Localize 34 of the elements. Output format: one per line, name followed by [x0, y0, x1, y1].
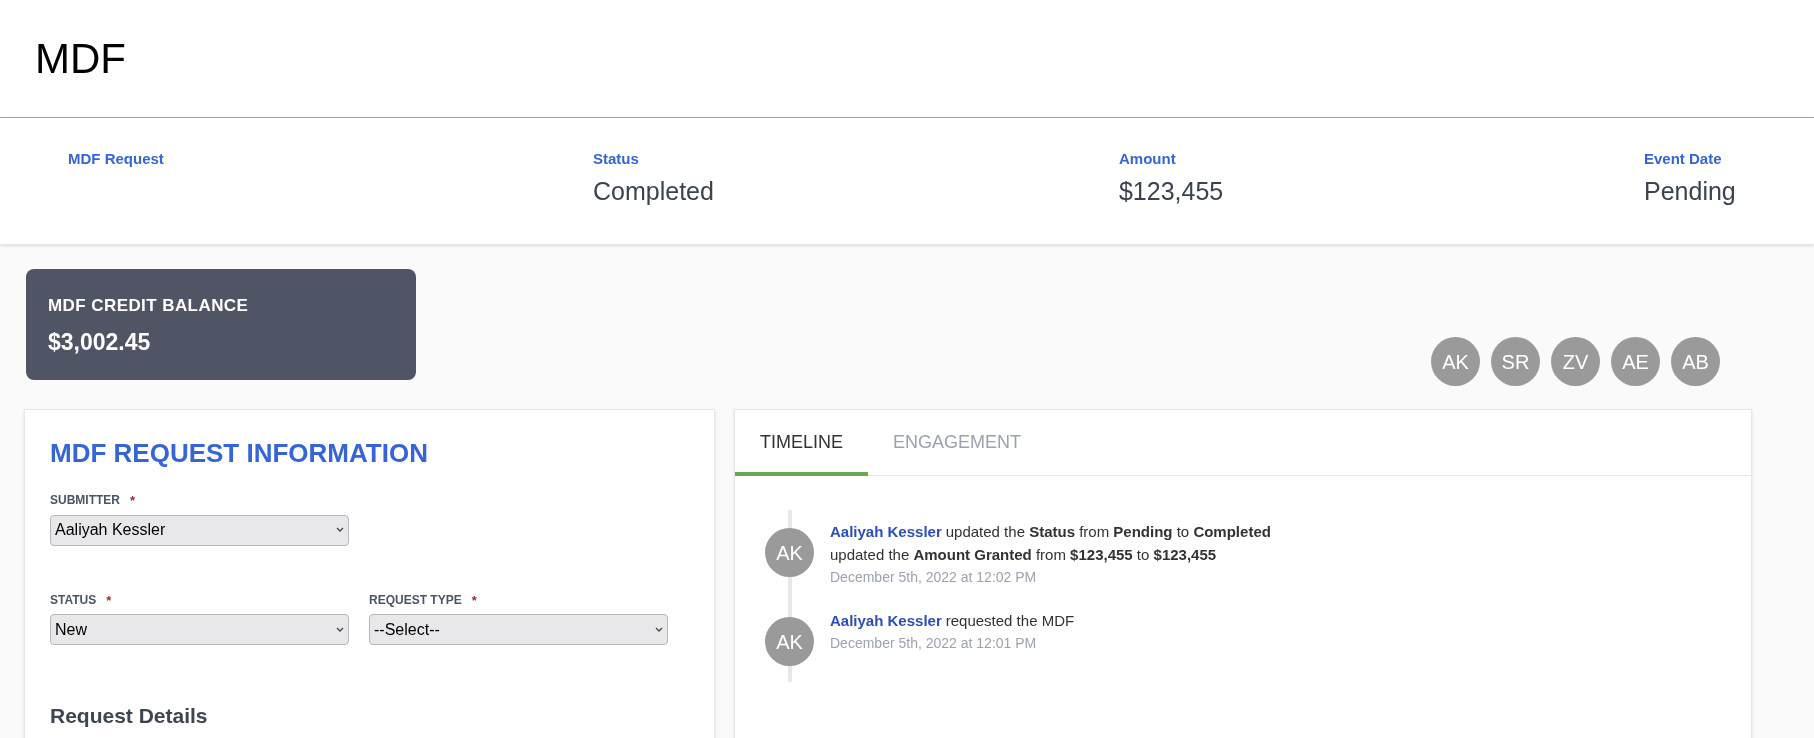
credit-balance-amount: $3,002.45 — [48, 327, 152, 357]
chevron-down-icon — [336, 626, 344, 633]
activity-text: updated the Status from Pending to Completed — [945, 522, 1271, 542]
required-mark: * — [471, 591, 477, 610]
summary-value: $123,455 — [1118, 175, 1225, 207]
field-label: SUBMITTER — [50, 492, 120, 509]
timestamp: December 5th, 2022 at 12:02 PM — [830, 568, 1038, 587]
required-mark: * — [106, 591, 112, 610]
summary-label: MDF Request — [68, 149, 165, 169]
summary-label: Event Date — [1644, 149, 1723, 169]
activity-text: updated the Amount Granted from $123,455 to $123,455 — [830, 545, 1217, 565]
summary-value: Completed — [593, 175, 714, 207]
page-title: MDF — [35, 34, 126, 84]
chevron-down-icon — [336, 527, 344, 533]
user-avatar: AK — [765, 617, 814, 666]
section-title: MDF REQUEST INFORMATION — [50, 437, 429, 470]
summary-label: Amount — [1118, 149, 1177, 169]
select-field[interactable]: Aaliyah Kessler — [50, 514, 349, 546]
section-heading: Request Details — [50, 703, 209, 729]
required-mark: * — [130, 492, 136, 510]
user-link[interactable]: Aaliyah Kessler — [830, 609, 942, 632]
select-field[interactable]: --Select-- — [369, 614, 668, 645]
field-label: REQUEST TYPE — [369, 591, 462, 609]
field-label: STATUS — [50, 591, 97, 609]
tab[interactable]: TIMELINE — [735, 410, 868, 476]
select-field[interactable]: New — [50, 614, 349, 645]
user-avatar: AK — [765, 528, 814, 577]
chevron-down-icon — [655, 626, 663, 633]
activity-text: requested the MDF — [945, 611, 1075, 631]
user-link[interactable]: Aaliyah Kessler — [830, 520, 942, 543]
summary-label: Status — [593, 149, 640, 169]
timestamp: December 5th, 2022 at 12:01 PM — [830, 634, 1038, 653]
credit-balance-label: MDF CREDIT BALANCE — [48, 295, 250, 317]
summary-value: Pending — [1644, 175, 1737, 207]
